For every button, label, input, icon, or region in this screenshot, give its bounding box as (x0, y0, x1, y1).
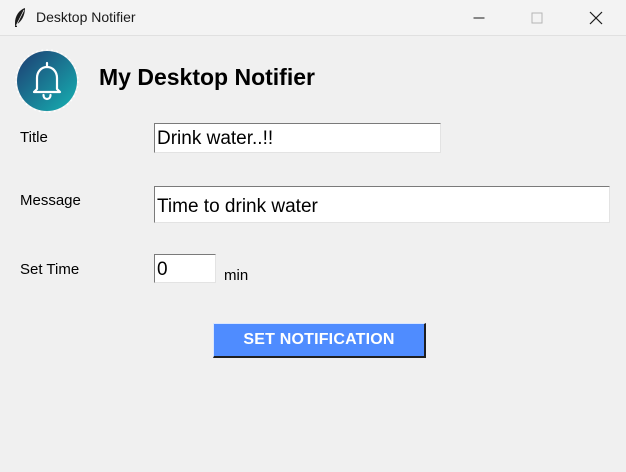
app-window: Desktop Notifier My Desktop Notifier Tit… (0, 0, 626, 472)
bell-icon (15, 49, 79, 113)
page-title: My Desktop Notifier (99, 64, 315, 90)
title-input[interactable] (154, 123, 441, 153)
window-title: Desktop Notifier (36, 9, 136, 25)
close-icon (589, 11, 603, 24)
maximize-button[interactable] (508, 0, 566, 35)
minimize-icon (473, 17, 485, 18)
feather-icon (15, 8, 25, 27)
set-time-label: Set Time (20, 261, 80, 278)
close-button[interactable] (567, 0, 625, 35)
maximize-icon (531, 12, 543, 23)
minimize-button[interactable] (450, 0, 508, 35)
time-input[interactable] (154, 254, 216, 283)
message-input[interactable] (154, 186, 610, 223)
title-bar[interactable]: Desktop Notifier (0, 0, 626, 36)
message-label: Message (20, 192, 81, 209)
set-notification-button[interactable]: SET NOTIFICATION (213, 323, 426, 358)
title-label: Title (20, 129, 48, 146)
time-unit-label: min (224, 267, 249, 284)
